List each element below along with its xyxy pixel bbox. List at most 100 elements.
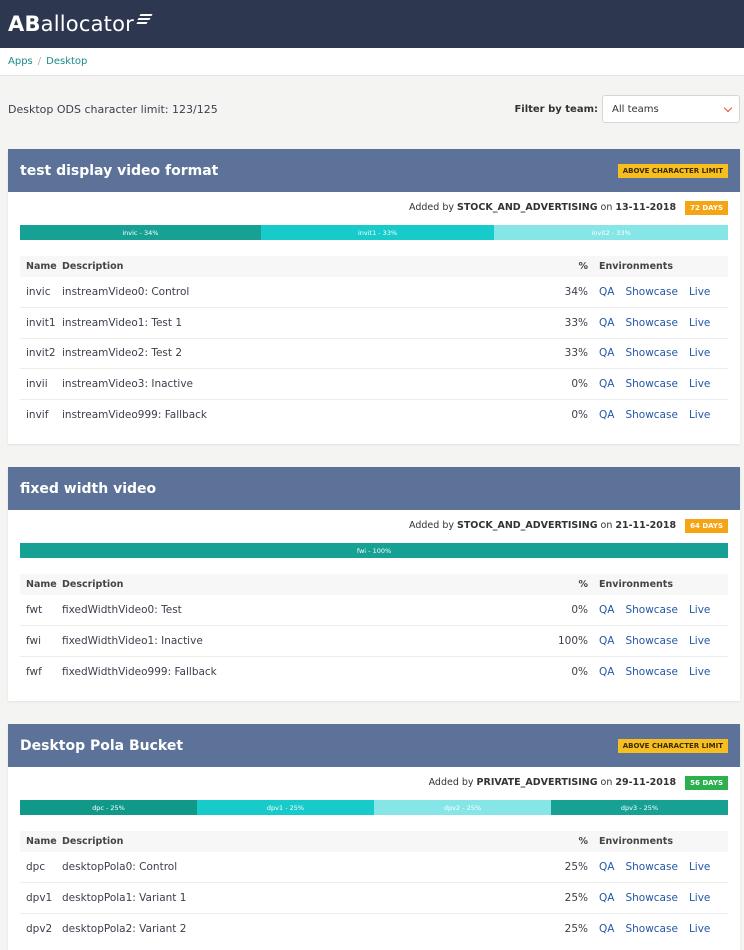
added-date: 13-11-2018 bbox=[615, 202, 677, 213]
added-date: 29-11-2018 bbox=[615, 777, 677, 788]
character-limit-text: Desktop ODS character limit: 123/125 bbox=[8, 102, 218, 116]
showcase-link[interactable]: Showcase bbox=[625, 604, 677, 616]
app-logo[interactable]: AB allocator bbox=[8, 12, 153, 36]
breadcrumb: Apps / Desktop bbox=[0, 48, 744, 76]
qa-link[interactable]: QA bbox=[599, 378, 614, 390]
variant-name: invit1 bbox=[20, 307, 62, 338]
variant-description: instreamVideo999: Fallback bbox=[62, 398, 558, 430]
environment-links: QA Showcase Live bbox=[588, 398, 728, 430]
environment-links: QA Showcase Live bbox=[588, 277, 728, 308]
allocation-bar: dpc - 25% dpv1 - 25% dpv2 - 25% dpv3 - 25% bbox=[20, 800, 728, 815]
header-description: Description bbox=[62, 261, 124, 272]
live-link[interactable]: Live bbox=[689, 378, 710, 390]
test-meta: Added by STOCK_AND_ADVERTISING on 21-11-201… bbox=[8, 510, 740, 541]
variant-percent: 33% bbox=[558, 337, 588, 369]
showcase-link[interactable]: Showcase bbox=[625, 286, 677, 298]
live-link[interactable]: Live bbox=[689, 892, 710, 904]
live-link[interactable]: Live bbox=[689, 317, 710, 329]
test-card-header: Desktop Pola Bucket ABOVE CHARACTER LIMIT bbox=[8, 724, 740, 767]
breadcrumb-desktop-link[interactable]: Desktop bbox=[46, 56, 87, 67]
showcase-link[interactable]: Showcase bbox=[625, 923, 677, 935]
showcase-link[interactable]: Showcase bbox=[625, 666, 677, 678]
allocation-bar: invic - 34% invit1 - 33% invit2 - 33% bbox=[20, 225, 728, 240]
allocation-segment: invit1 - 33% bbox=[260, 225, 495, 240]
showcase-link[interactable]: Showcase bbox=[625, 409, 677, 421]
variant-description: instreamVideo2: Test 2 bbox=[62, 337, 558, 369]
days-running-badge: 72 DAYS bbox=[685, 200, 728, 215]
live-link[interactable]: Live bbox=[689, 635, 710, 647]
table-row: fwt fixedWidthVideo0: Test 0% QA Showcase Liv… bbox=[20, 595, 728, 626]
live-link[interactable]: Live bbox=[689, 666, 710, 678]
test-title[interactable]: test display video format bbox=[20, 163, 218, 179]
team-filter-select[interactable]: All teams bbox=[602, 95, 740, 123]
environment-links: QA Showcase Live bbox=[588, 882, 728, 913]
showcase-link[interactable]: Showcase bbox=[625, 635, 677, 647]
added-on-text: on bbox=[600, 777, 613, 788]
variant-percent: 0% bbox=[558, 398, 588, 430]
test-card: test display video format ABOVE CHARACTER… bbox=[8, 149, 740, 444]
team-filter-value: All teams bbox=[612, 103, 659, 115]
added-on-text: on bbox=[600, 520, 613, 531]
qa-link[interactable]: QA bbox=[599, 409, 614, 421]
live-link[interactable]: Live bbox=[689, 861, 710, 873]
qa-link[interactable]: QA bbox=[599, 861, 614, 873]
breadcrumb-apps-link[interactable]: Apps bbox=[8, 56, 33, 67]
qa-link[interactable]: QA bbox=[599, 923, 614, 935]
added-by-team: STOCK_AND_ADVERTISING bbox=[456, 202, 598, 213]
variant-percent: 33% bbox=[558, 307, 588, 338]
added-by-team: STOCK_AND_ADVERTISING bbox=[456, 520, 598, 531]
header-percent: % bbox=[578, 836, 588, 847]
header-percent: % bbox=[578, 261, 588, 272]
showcase-link[interactable]: Showcase bbox=[625, 347, 677, 359]
qa-link[interactable]: QA bbox=[599, 286, 614, 298]
qa-link[interactable]: QA bbox=[599, 892, 614, 904]
table-row: dpc desktopPola0: Control 25% QA Showcase Liv… bbox=[20, 852, 728, 883]
live-link[interactable]: Live bbox=[689, 286, 710, 298]
variant-name: invic bbox=[26, 286, 51, 298]
test-title[interactable]: Desktop Pola Bucket bbox=[20, 738, 183, 754]
variant-name: dpv2 bbox=[20, 912, 62, 944]
environment-links: QA Showcase Live bbox=[588, 368, 728, 399]
variant-name: dpv1 bbox=[20, 882, 62, 913]
qa-link[interactable]: QA bbox=[599, 317, 614, 329]
table-header-row: Name Description% Environments bbox=[20, 256, 728, 277]
variant-description: instreamVideo1: Test 1 bbox=[62, 307, 558, 338]
variant-percent: 34% bbox=[564, 286, 588, 298]
variants-table: Name Description% Environments fwt fixedWidt… bbox=[20, 574, 728, 687]
allocation-segment: dpc - 25% bbox=[20, 800, 197, 815]
qa-link[interactable]: QA bbox=[599, 635, 614, 647]
allocation-segment: invit2 - 33% bbox=[494, 225, 728, 240]
variant-description: instreamVideo0: Control bbox=[62, 286, 190, 298]
showcase-link[interactable]: Showcase bbox=[625, 892, 677, 904]
variant-name: fwi bbox=[20, 625, 62, 656]
live-link[interactable]: Live bbox=[689, 923, 710, 935]
days-running-badge: 56 DAYS bbox=[685, 775, 728, 790]
variant-description: fixedWidthVideo1: Inactive bbox=[62, 625, 558, 656]
variant-description: desktopPola2: Variant 2 bbox=[62, 912, 558, 944]
added-by-prefix: Added by bbox=[409, 202, 454, 213]
variant-name: invif bbox=[20, 398, 62, 430]
team-filter-label: Filter by team: bbox=[514, 103, 598, 115]
showcase-link[interactable]: Showcase bbox=[625, 317, 677, 329]
showcase-link[interactable]: Showcase bbox=[625, 861, 677, 873]
live-link[interactable]: Live bbox=[689, 347, 710, 359]
variant-description: instreamVideo3: Inactive bbox=[62, 368, 558, 399]
environment-links: QA Showcase Live bbox=[588, 625, 728, 656]
environment-links: QA Showcase Live bbox=[588, 337, 728, 369]
test-title[interactable]: fixed width video bbox=[20, 481, 156, 497]
qa-link[interactable]: QA bbox=[599, 347, 614, 359]
added-on-text: on bbox=[600, 202, 613, 213]
variant-name: fwt bbox=[26, 604, 43, 616]
environment-links: QA Showcase Live bbox=[588, 912, 728, 944]
qa-link[interactable]: QA bbox=[599, 666, 614, 678]
toolbar: Desktop ODS character limit: 123/125 Fil… bbox=[8, 94, 740, 124]
header-percent: % bbox=[578, 579, 588, 590]
team-filter: Filter by team: All teams bbox=[514, 95, 740, 123]
variant-percent: 25% bbox=[558, 912, 588, 944]
showcase-link[interactable]: Showcase bbox=[625, 378, 677, 390]
qa-link[interactable]: QA bbox=[599, 604, 614, 616]
live-link[interactable]: Live bbox=[689, 409, 710, 421]
test-card-header: fixed width video bbox=[8, 467, 740, 510]
table-row: fwi fixedWidthVideo1: Inactive 100% QA Showc… bbox=[20, 625, 728, 656]
live-link[interactable]: Live bbox=[689, 604, 710, 616]
